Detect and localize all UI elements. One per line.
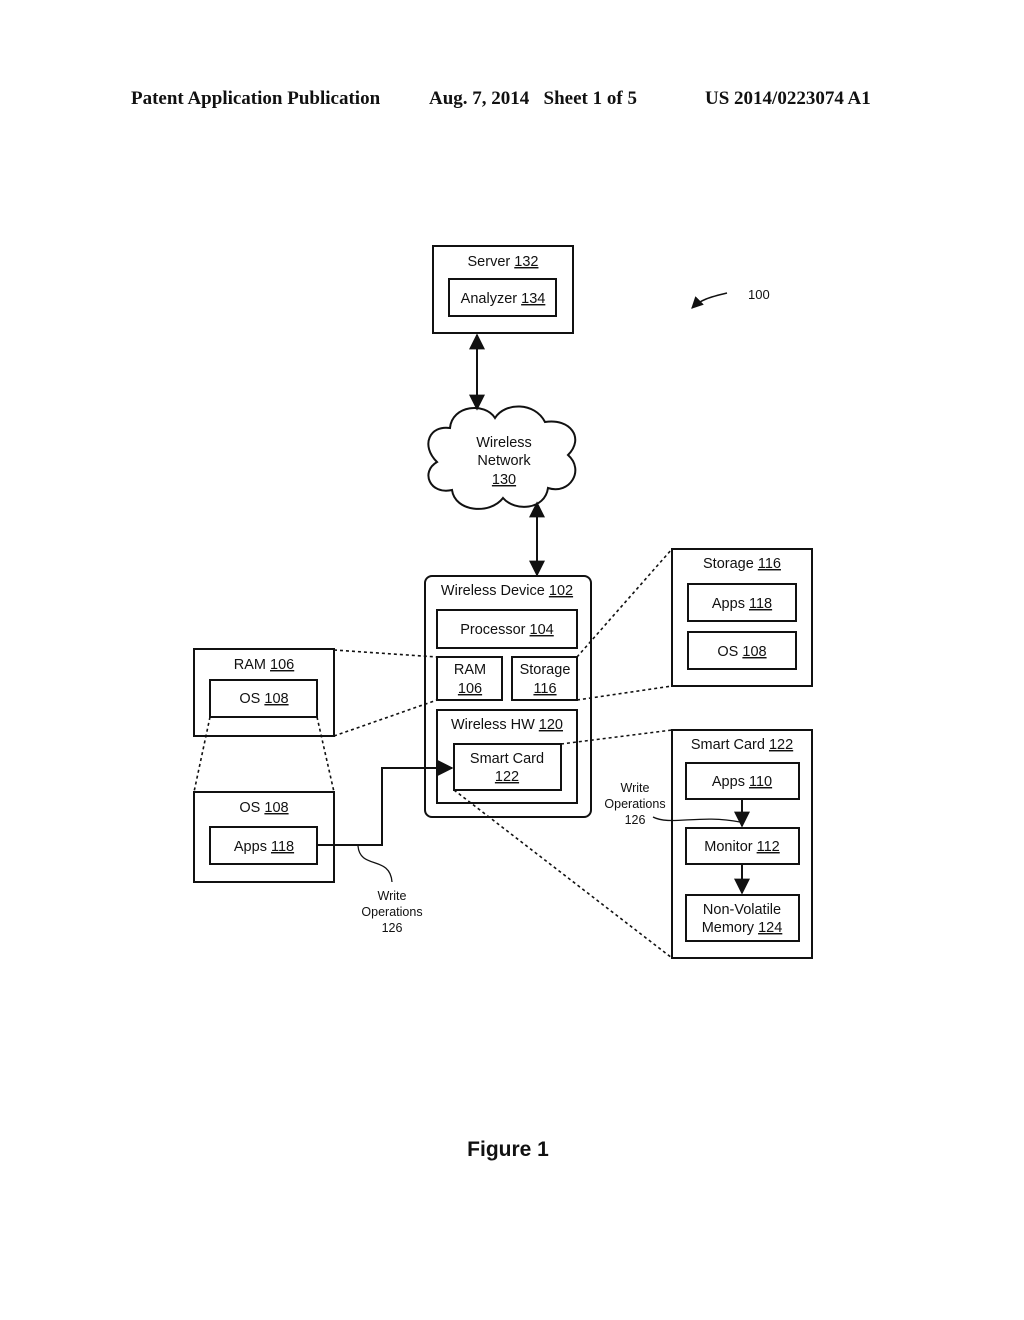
device-label: Wireless Device 102: [441, 583, 573, 599]
figure-caption: Figure 1: [467, 1138, 549, 1161]
write-ops-left-2: Operations: [361, 905, 422, 919]
sc-nvm-label-1: Non-Volatile: [703, 902, 781, 918]
wireless-hw-label: Wireless HW 120: [451, 717, 563, 733]
storage-detail-label: Storage 116: [703, 556, 781, 572]
network-label-1: Wireless: [476, 435, 532, 451]
server-label: Server 132: [468, 254, 539, 270]
processor-label: Processor 104: [460, 622, 554, 638]
ram-detail-label: RAM 106: [234, 657, 294, 673]
figure-ref-arrow: [691, 292, 728, 309]
sc-nvm-label-2: Memory 124: [702, 920, 783, 936]
storage-apps-label: Apps 118: [712, 596, 772, 612]
write-operations-path: [317, 760, 454, 846]
figure-ref-number: 100: [748, 287, 770, 302]
write-ops-right-3: 126: [625, 813, 646, 827]
write-ops-left-1: Write: [378, 889, 407, 903]
write-ops-leader-left: [357, 845, 393, 883]
network-ref: 130: [492, 472, 516, 488]
storage-ref: 116: [533, 681, 556, 697]
storage-label: Storage: [520, 662, 571, 678]
ram-ref: 106: [458, 681, 482, 697]
write-ops-leader-right: [652, 816, 741, 823]
os-detail-label: OS 108: [239, 800, 288, 816]
smart-card-label: Smart Card: [470, 751, 544, 767]
sc-apps-label: Apps 110: [712, 774, 772, 790]
sc-monitor-label: Monitor 112: [704, 839, 780, 855]
analyzer-label: Analyzer 134: [461, 291, 546, 307]
write-ops-right-1: Write: [621, 781, 650, 795]
write-ops-left-3: 126: [382, 921, 403, 935]
system-diagram: Server 132 Analyzer 134 100 Wireless Net…: [193, 245, 813, 1161]
smartcard-detail-label: Smart Card 122: [691, 737, 793, 753]
os-apps-label: Apps 118: [234, 839, 294, 855]
smart-card-ref: 122: [495, 769, 519, 785]
network-label-2: Network: [477, 453, 531, 469]
storage-os-label: OS 108: [717, 644, 766, 660]
ram-os-label: OS 108: [239, 691, 288, 707]
ram-label: RAM: [454, 662, 486, 678]
write-ops-right-2: Operations: [604, 797, 665, 811]
